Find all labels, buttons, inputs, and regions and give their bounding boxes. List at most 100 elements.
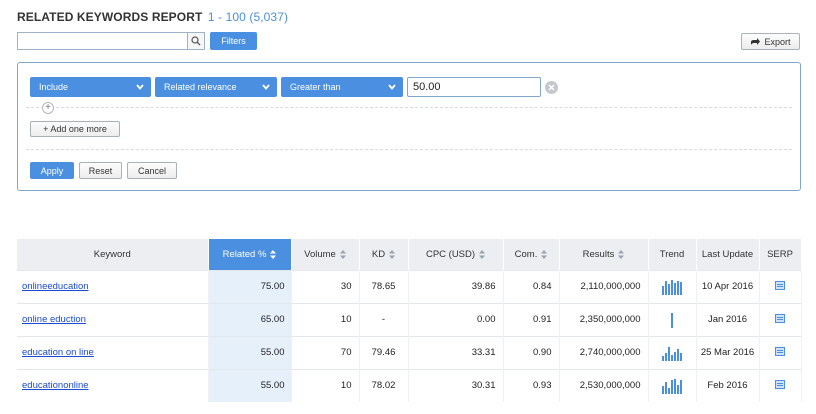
trend-sparkline xyxy=(649,378,696,394)
column-header-com[interactable]: Com. xyxy=(503,239,560,270)
kd-cell: - xyxy=(359,302,409,336)
kd-cell: 79.46 xyxy=(359,335,409,369)
divider xyxy=(26,149,792,150)
com-cell: 0.93 xyxy=(503,368,560,402)
table-row: online eduction 65.00 10 - 0.00 0.91 2,3… xyxy=(17,302,802,336)
table-row: education on line 55.00 70 79.46 33.31 0… xyxy=(17,335,802,369)
trend-sparkline xyxy=(649,279,696,295)
divider xyxy=(26,107,792,108)
trend-bar xyxy=(680,379,682,394)
related-cell: 65.00 xyxy=(208,302,292,336)
table-header-row: Keyword Related % Volume KD CPC (USD) Co… xyxy=(17,239,802,270)
column-header-volume[interactable]: Volume xyxy=(291,239,360,270)
filters-button[interactable]: Filters xyxy=(210,32,257,50)
trend-bar xyxy=(677,348,679,361)
results-cell: 2,110,000,000 xyxy=(559,269,649,303)
last-update-cell: Jan 2016 xyxy=(696,302,760,336)
results-cell: 2,350,000,000 xyxy=(559,302,649,336)
keyword-link[interactable]: education on line xyxy=(22,347,94,358)
trend-bar xyxy=(668,387,670,394)
apply-button[interactable]: Apply xyxy=(30,162,74,179)
field-dropdown-label: Related relevance xyxy=(164,82,237,92)
keywords-table: Keyword Related % Volume KD CPC (USD) Co… xyxy=(17,239,802,402)
add-condition-icon[interactable]: + xyxy=(42,102,54,114)
clear-filter-button[interactable] xyxy=(545,81,558,94)
export-arrow-icon xyxy=(751,38,761,45)
trend-bar xyxy=(671,379,673,394)
volume-cell: 30 xyxy=(291,269,360,303)
volume-cell: 70 xyxy=(291,335,360,369)
column-header-cpc[interactable]: CPC (USD) xyxy=(408,239,504,270)
trend-bar xyxy=(671,312,673,328)
trend-bar xyxy=(674,378,676,394)
search-button[interactable] xyxy=(187,33,204,49)
sort-arrows-icon xyxy=(618,249,625,259)
filter-panel: Include Related relevance Greater than 5… xyxy=(17,62,801,191)
serp-page-icon[interactable] xyxy=(775,346,785,356)
trend-bar xyxy=(677,384,679,394)
export-button[interactable]: Export xyxy=(741,33,800,50)
report-range: 1 - 100 (5,037) xyxy=(207,10,289,24)
field-dropdown[interactable]: Related relevance xyxy=(155,77,277,97)
keyword-link[interactable]: onlineeducation xyxy=(22,281,89,292)
trend-cell xyxy=(648,335,697,369)
serp-page-icon[interactable] xyxy=(775,379,785,389)
sort-arrows-icon xyxy=(479,249,486,259)
column-header-results[interactable]: Results xyxy=(559,239,649,270)
report-title-text: RELATED KEYWORDS REPORT xyxy=(17,10,203,24)
serp-page-icon[interactable] xyxy=(775,313,785,323)
export-label: Export xyxy=(764,36,791,47)
trend-bar xyxy=(665,381,667,394)
trend-bar xyxy=(671,279,673,295)
search-field[interactable] xyxy=(17,32,205,50)
trend-sparkline xyxy=(649,345,696,361)
trend-bar xyxy=(674,282,676,295)
operator-dropdown-label: Greater than xyxy=(290,82,341,92)
trend-sparkline xyxy=(649,312,696,328)
column-header-trend: Trend xyxy=(648,239,697,270)
serp-page-icon[interactable] xyxy=(775,280,785,290)
cpc-cell: 33.31 xyxy=(408,335,504,369)
trend-bar xyxy=(674,351,676,361)
table-row: onlineeducation 75.00 30 78.65 39.86 0.8… xyxy=(17,269,802,303)
cpc-cell: 39.86 xyxy=(408,269,504,303)
kd-cell: 78.02 xyxy=(359,368,409,402)
trend-bar xyxy=(677,280,679,295)
reset-button[interactable]: Reset xyxy=(79,162,122,179)
trend-cell xyxy=(648,302,697,336)
column-header-related[interactable]: Related % xyxy=(208,239,292,270)
last-update-cell: 10 Apr 2016 xyxy=(696,269,760,303)
column-header-keyword[interactable]: Keyword xyxy=(17,239,209,270)
filter-value-input[interactable]: 50.00 xyxy=(407,77,541,97)
column-header-kd[interactable]: KD xyxy=(359,239,409,270)
keyword-link[interactable]: educationonline xyxy=(22,380,89,391)
search-input[interactable] xyxy=(18,33,186,49)
include-dropdown-label: Include xyxy=(39,82,69,92)
column-header-last-update: Last Update xyxy=(696,239,760,270)
trend-bar xyxy=(680,352,682,361)
keyword-link[interactable]: online eduction xyxy=(22,314,86,325)
chevron-down-icon xyxy=(388,84,396,90)
chevron-down-icon xyxy=(136,84,144,90)
sort-arrows-icon xyxy=(339,249,346,259)
operator-dropdown[interactable]: Greater than xyxy=(281,77,403,97)
table-row: educationonline 55.00 10 78.02 30.31 0.9… xyxy=(17,368,802,402)
related-cell: 55.00 xyxy=(208,335,292,369)
include-dropdown[interactable]: Include xyxy=(30,77,151,97)
related-cell: 75.00 xyxy=(208,269,292,303)
trend-bar xyxy=(668,346,670,361)
close-icon xyxy=(548,84,555,91)
kd-cell: 78.65 xyxy=(359,269,409,303)
cancel-button[interactable]: Cancel xyxy=(127,162,177,179)
add-one-more-button[interactable]: + Add one more xyxy=(30,121,120,137)
report-title: RELATED KEYWORDS REPORT 1 - 100 (5,037) xyxy=(17,10,288,24)
last-update-cell: 25 Mar 2016 xyxy=(696,335,760,369)
chevron-down-icon xyxy=(262,84,270,90)
trend-bar xyxy=(665,352,667,361)
results-cell: 2,740,000,000 xyxy=(559,335,649,369)
com-cell: 0.84 xyxy=(503,269,560,303)
sort-arrows-icon xyxy=(270,249,277,259)
trend-bar xyxy=(662,385,664,394)
com-cell: 0.91 xyxy=(503,302,560,336)
volume-cell: 10 xyxy=(291,302,360,336)
